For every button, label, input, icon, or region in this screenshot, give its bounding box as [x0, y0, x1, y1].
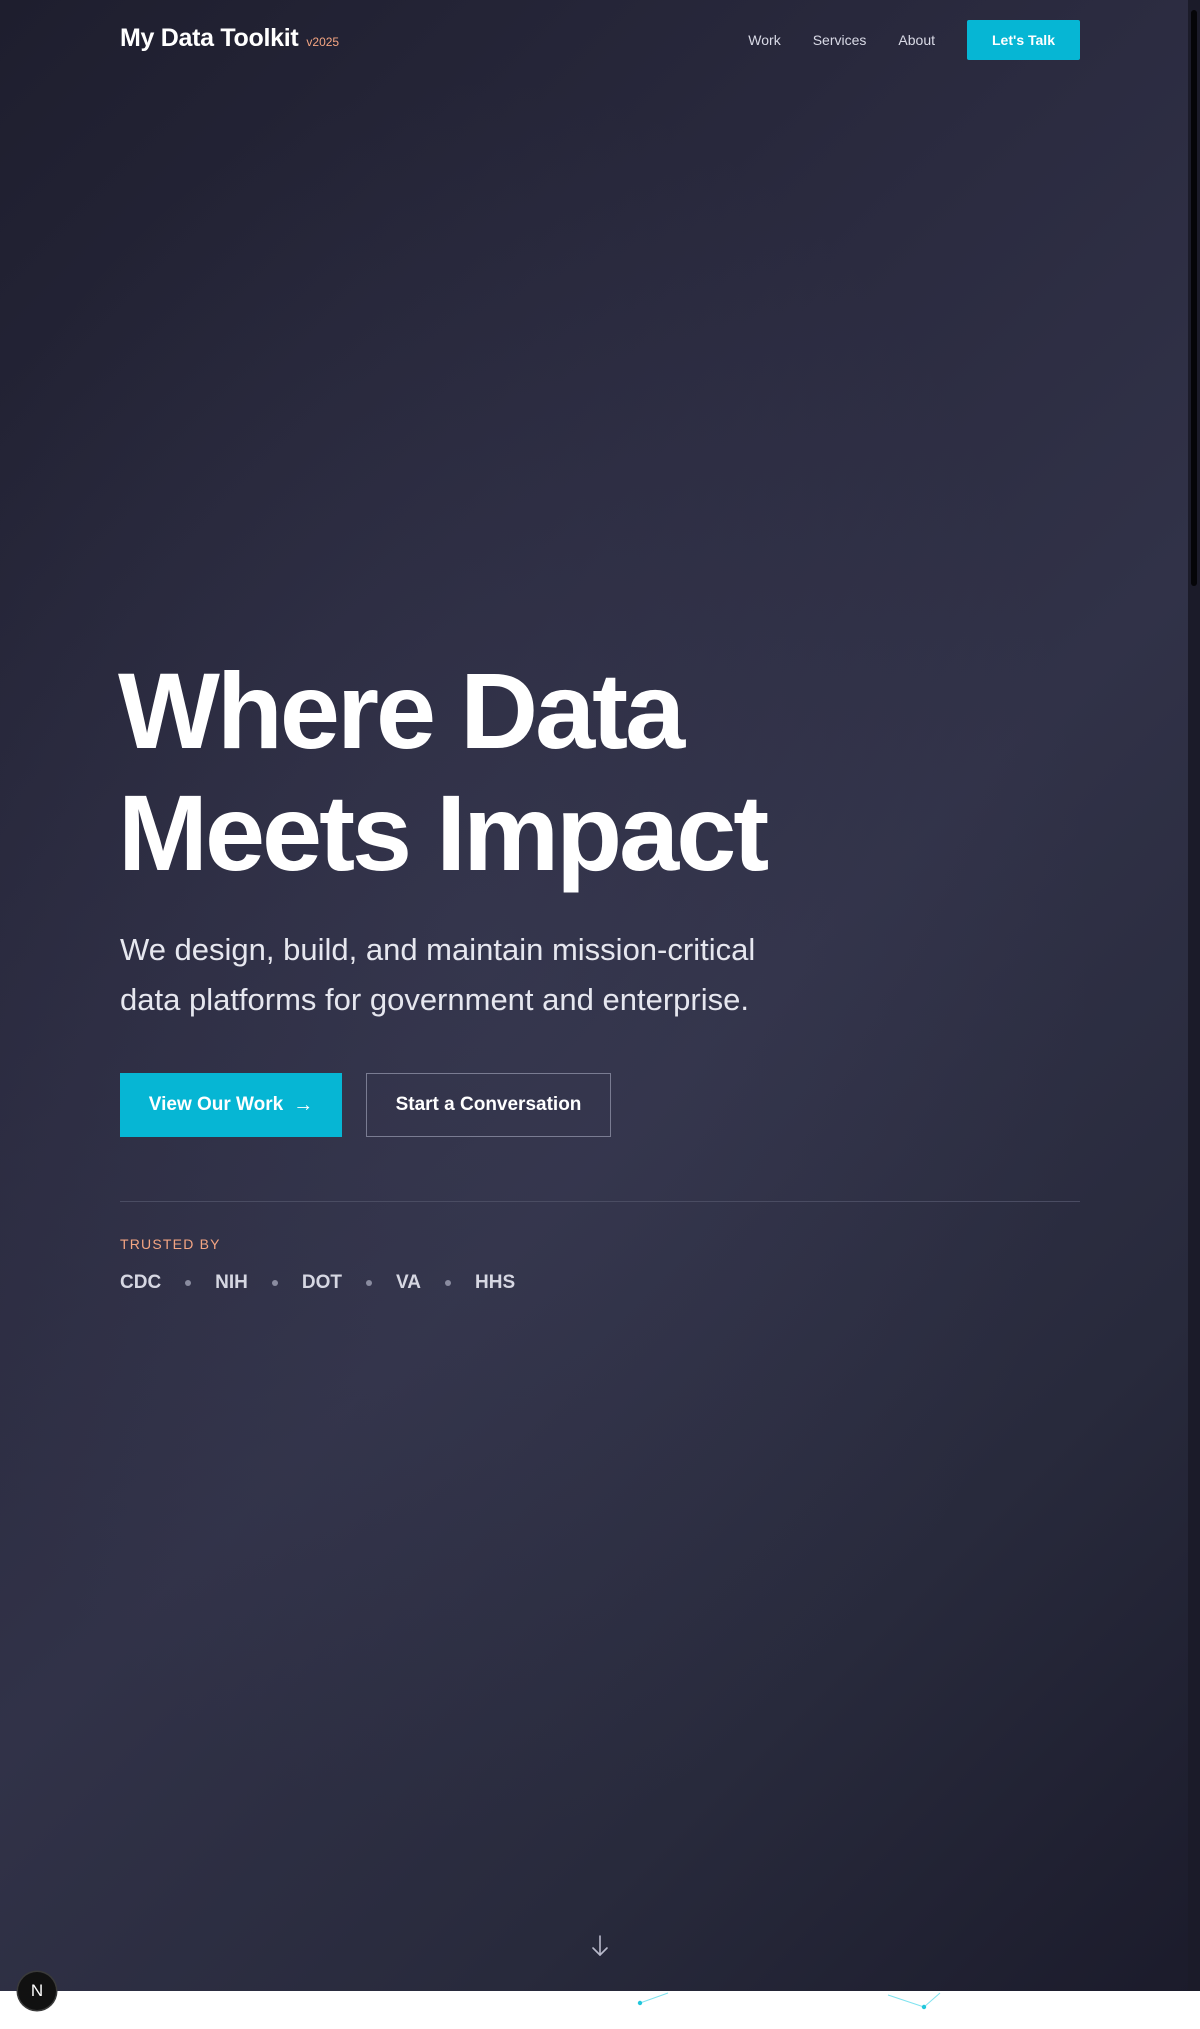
network-graphic [637, 1992, 941, 2010]
client-hhs: HHS [475, 1272, 516, 1293]
dot-separator-icon [445, 1280, 451, 1286]
brand-name: My Data Toolkit [120, 24, 299, 52]
brand-version: v2025 [306, 35, 340, 49]
hero-headline-line-1: Where Data [118, 650, 685, 771]
client-va: VA [396, 1272, 421, 1293]
page-scrollbar[interactable] [1188, 0, 1200, 1991]
client-nih: NIH [215, 1272, 248, 1293]
trusted-by-label: TRUSTED BY [120, 1236, 221, 1252]
start-conversation-label: Start a Conversation [395, 1094, 582, 1115]
client-dot: DOT [301, 1272, 343, 1293]
dot-separator-icon [271, 1280, 278, 1286]
nav-link-work[interactable]: Work [748, 32, 780, 48]
start-conversation-button[interactable]: Start a Conversation [366, 1073, 611, 1137]
site-header: My Data Toolkit v2025 Work Services Abou… [120, 20, 1080, 60]
hero-headline: Where Data Meets Impact [118, 650, 769, 894]
client-cdc: CDC [120, 1272, 162, 1293]
brand-logo[interactable]: My Data Toolkit v2025 [120, 24, 339, 53]
lets-talk-button[interactable]: Let's Talk [967, 20, 1080, 60]
view-our-work-label: View Our Work [148, 1094, 284, 1115]
section-divider [120, 1201, 1080, 1202]
main-nav: Work Services About Let's Talk [748, 20, 1080, 60]
arrow-right-icon: → [293, 1094, 314, 1116]
hero-cta-group: View Our Work → Start a Conversation [120, 1073, 611, 1137]
nav-link-about[interactable]: About [898, 32, 935, 48]
dot-separator-icon [366, 1280, 373, 1286]
view-our-work-button[interactable]: View Our Work → [120, 1073, 342, 1137]
client-list: CDC NIH DOT VA HHS [120, 1272, 515, 1294]
hero-headline-line-2: Meets Impact [118, 772, 769, 893]
hero-section: My Data Toolkit v2025 Work Services Abou… [0, 0, 1200, 1991]
dev-tools-badge[interactable]: N [18, 1972, 56, 2010]
dot-separator-icon [185, 1280, 192, 1286]
hero-subheadline: We design, build, and maintain mission-c… [120, 932, 756, 1017]
arrow-down-icon[interactable] [588, 1934, 612, 1958]
page-scrollbar-thumb[interactable] [1191, 10, 1197, 586]
nav-link-services[interactable]: Services [813, 32, 867, 48]
